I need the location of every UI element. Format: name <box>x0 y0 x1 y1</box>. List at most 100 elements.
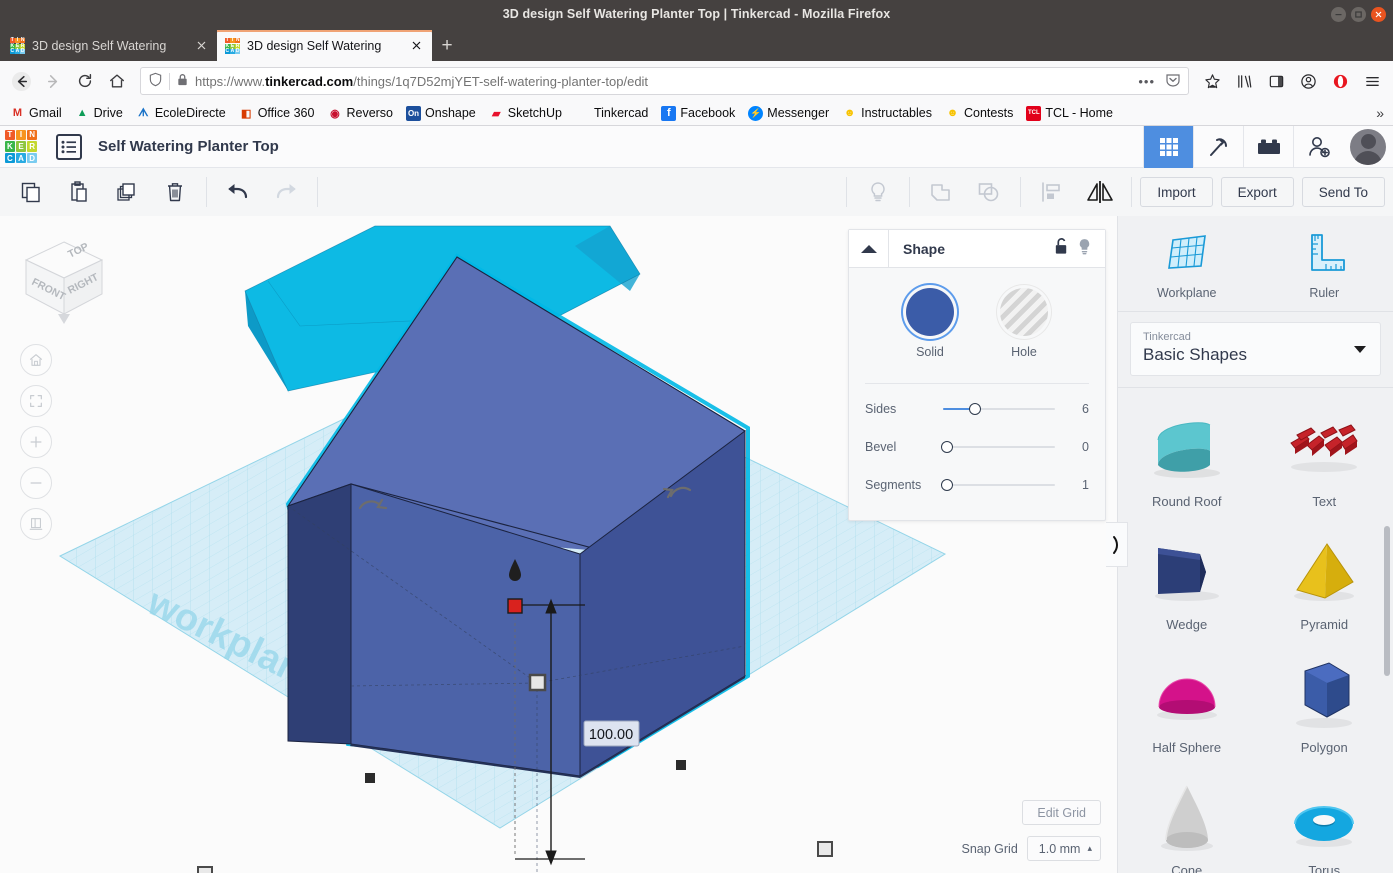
bookmark-drive[interactable]: ▲ Drive <box>70 104 128 123</box>
shape-item-pyramid[interactable]: Pyramid <box>1256 519 1393 638</box>
list-grid-icon[interactable] <box>56 133 82 160</box>
chevron-down-icon[interactable] <box>1354 346 1366 353</box>
ruler-tool[interactable]: Ruler <box>1256 216 1393 311</box>
plus-icon[interactable] <box>20 426 52 458</box>
shield-icon[interactable] <box>148 72 163 90</box>
shape-item-polygon[interactable]: Polygon <box>1256 642 1393 761</box>
forward-button[interactable] <box>38 66 68 96</box>
send-to-button[interactable]: Send To <box>1301 177 1385 207</box>
bookmark-tcl-home[interactable]: TCL TCL - Home <box>1021 104 1118 123</box>
bookmark-contests[interactable]: ☻ Contests <box>940 104 1018 123</box>
new-tab-button[interactable]: + <box>432 30 462 61</box>
segments-slider-knob[interactable] <box>941 479 953 491</box>
home-button[interactable] <box>102 66 132 96</box>
hamburger-menu-icon[interactable] <box>1357 66 1387 96</box>
bookmark-messenger[interactable]: ⚡ Messenger <box>743 104 834 123</box>
home-icon[interactable] <box>20 344 52 376</box>
bookmark-sketchup[interactable]: ▰ SketchUp <box>484 104 567 123</box>
unlocked-padlock-icon[interactable] <box>1053 237 1070 261</box>
shape-item-round-roof[interactable]: Round Roof <box>1118 396 1256 515</box>
solid-swatch-option[interactable]: Solid <box>906 288 954 359</box>
codeblocks-button[interactable] <box>1193 126 1243 168</box>
designs-grid-button[interactable] <box>1143 126 1193 168</box>
sides-slider-knob[interactable] <box>969 403 982 415</box>
hole-hatch-circle[interactable] <box>1000 288 1048 336</box>
bookmark-facebook[interactable]: f Facebook <box>656 104 740 123</box>
bookmark-gmail[interactable]: M Gmail <box>5 104 67 123</box>
import-button[interactable]: Import <box>1140 177 1213 207</box>
maximize-button[interactable] <box>1351 6 1366 22</box>
url-text[interactable]: https://www.tinkercad.com/things/1q7D52m… <box>195 74 1132 89</box>
lock-icon[interactable] <box>176 73 189 90</box>
bevel-slider-knob[interactable] <box>941 441 953 453</box>
sides-value[interactable]: 6 <box>1063 402 1089 416</box>
library-icon[interactable] <box>1229 66 1259 96</box>
bevel-value[interactable]: 0 <box>1063 440 1089 454</box>
view-cube[interactable]: TOP FRONT RIGHT <box>18 236 110 328</box>
export-button[interactable]: Export <box>1220 177 1294 207</box>
lego-brick-icon[interactable] <box>1243 126 1293 168</box>
duplicate-icon[interactable] <box>104 172 150 212</box>
bookmark-instructables[interactable]: ☻ Instructables <box>837 104 937 123</box>
undo-arrow-icon[interactable] <box>215 172 261 212</box>
group-shapes-icon[interactable] <box>918 172 964 212</box>
hole-swatch-option[interactable]: Hole <box>1000 288 1048 359</box>
edit-toolbar: Import Export Send To <box>0 168 1393 217</box>
account-icon[interactable] <box>1293 66 1323 96</box>
shape-item-torus[interactable]: Torus <box>1256 765 1393 873</box>
trash-icon[interactable] <box>152 172 198 212</box>
bookmarks-overflow-icon[interactable]: » <box>1376 105 1388 121</box>
shapes-panel-scrollbar[interactable] <box>1384 526 1390 676</box>
tab-close-icon[interactable] <box>409 38 424 53</box>
mirror-icon[interactable] <box>1077 172 1123 212</box>
tab-close-icon[interactable] <box>194 38 209 53</box>
grid-controls: Edit Grid Snap Grid 1.0 mm ▴ <box>962 800 1101 861</box>
segments-value[interactable]: 1 <box>1063 478 1089 492</box>
add-person-icon[interactable] <box>1293 126 1343 168</box>
ortho-box-icon[interactable] <box>20 508 52 540</box>
sidebar-icon[interactable] <box>1261 66 1291 96</box>
collapse-triangle-icon[interactable] <box>849 230 889 267</box>
fit-frame-icon[interactable] <box>20 385 52 417</box>
close-button[interactable] <box>1371 6 1386 22</box>
design-title[interactable]: Self Watering Planter Top <box>98 138 279 155</box>
shape-item-wedge[interactable]: Wedge <box>1118 519 1256 638</box>
tinkercad-logo-icon[interactable]: T I N K E R C A D <box>0 126 42 168</box>
bookmark-office360[interactable]: ◧ Office 360 <box>234 104 320 123</box>
opera-extension-icon[interactable] <box>1325 66 1355 96</box>
user-avatar[interactable] <box>1343 126 1393 168</box>
minimize-button[interactable] <box>1331 6 1346 22</box>
shape-item-half-sphere[interactable]: Half Sphere <box>1118 642 1256 761</box>
library-selector[interactable]: Tinkercad Basic Shapes <box>1130 322 1381 376</box>
copy-icon[interactable] <box>8 172 54 212</box>
paste-icon[interactable] <box>56 172 102 212</box>
segments-slider[interactable] <box>941 478 1055 492</box>
back-button[interactable] <box>6 66 36 96</box>
workplane-tool[interactable]: Workplane <box>1118 216 1256 311</box>
pocket-icon[interactable] <box>1165 72 1181 91</box>
minus-icon[interactable] <box>20 467 52 499</box>
browser-tab-2[interactable]: TIN KER CAD 3D design Self Watering <box>217 30 432 61</box>
bookmark-tinkercad[interactable]: Tinkercad <box>570 104 653 123</box>
align-icon[interactable] <box>1029 172 1075 212</box>
bookmark-reverso[interactable]: ◉ Reverso <box>322 104 398 123</box>
shape-item-text[interactable]: Text <box>1256 396 1393 515</box>
shape-label: Half Sphere <box>1152 740 1222 755</box>
sides-slider[interactable] <box>943 402 1055 416</box>
bookmark-ecoledirecte[interactable]: ᗑ EcoleDirecte <box>131 104 231 123</box>
url-bar[interactable]: https://www.tinkercad.com/things/1q7D52m… <box>140 67 1189 95</box>
lightbulb-icon[interactable] <box>1076 237 1093 261</box>
edit-grid-button[interactable]: Edit Grid <box>1022 800 1101 825</box>
shape-item-cone[interactable]: Cone <box>1118 765 1256 873</box>
page-actions-icon[interactable]: ••• <box>1138 74 1155 89</box>
solid-color-circle[interactable] <box>906 288 954 336</box>
bevel-slider[interactable] <box>941 440 1055 454</box>
bookmark-onshape[interactable]: On Onshape <box>401 104 481 123</box>
browser-tab-1[interactable]: TIN KER CAD 3D design Self Watering <box>2 30 217 61</box>
ungroup-shapes-icon[interactable] <box>966 172 1012 212</box>
snap-grid-select[interactable]: 1.0 mm ▴ <box>1026 836 1101 861</box>
reload-button[interactable] <box>70 66 100 96</box>
lightbulb-icon[interactable] <box>855 172 901 212</box>
panel-expand-toggle[interactable] <box>1106 522 1128 567</box>
bookmark-star-icon[interactable] <box>1197 66 1227 96</box>
